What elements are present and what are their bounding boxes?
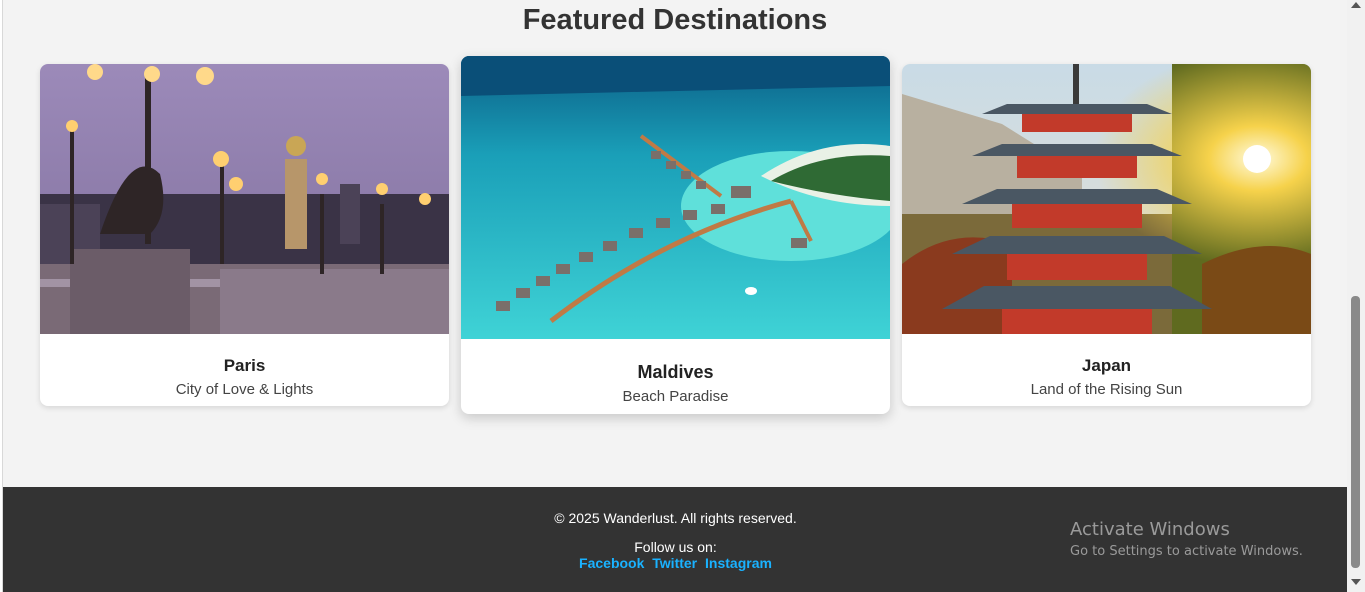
scroll-up-arrow-icon[interactable]: [1351, 2, 1361, 8]
destination-name: Paris: [223, 356, 266, 375]
scroll-thumb[interactable]: [1351, 296, 1360, 568]
japan-image: [902, 64, 1311, 334]
destination-description: Land of the Rising Sun: [1030, 381, 1183, 398]
destination-card-maldives[interactable]: Maldives Beach Paradise: [461, 56, 890, 414]
facebook-link[interactable]: Facebook: [579, 555, 644, 571]
destination-name: Japan: [1081, 356, 1132, 375]
twitter-link[interactable]: Twitter: [652, 555, 697, 571]
scroll-down-arrow-icon[interactable]: [1351, 579, 1361, 585]
destination-description: Beach Paradise: [622, 388, 729, 405]
destination-card-japan[interactable]: Japan Land of the Rising Sun: [902, 64, 1311, 406]
watermark-subtitle: Go to Settings to activate Windows.: [1070, 544, 1303, 559]
page: Featured Destinations Paris City of Love…: [2, 0, 1347, 592]
maldives-image: [461, 56, 890, 339]
instagram-link[interactable]: Instagram: [705, 555, 772, 571]
paris-image: [40, 64, 449, 334]
destination-description: City of Love & Lights: [175, 381, 314, 398]
section-title: Featured Destinations: [522, 4, 828, 36]
watermark-title: Activate Windows: [1070, 519, 1230, 540]
destination-name: Maldives: [637, 362, 714, 382]
vertical-scrollbar[interactable]: [1347, 0, 1365, 592]
destination-card-paris[interactable]: Paris City of Love & Lights: [40, 64, 449, 406]
activate-windows-watermark: Activate Windows Go to Settings to activ…: [1070, 519, 1303, 559]
